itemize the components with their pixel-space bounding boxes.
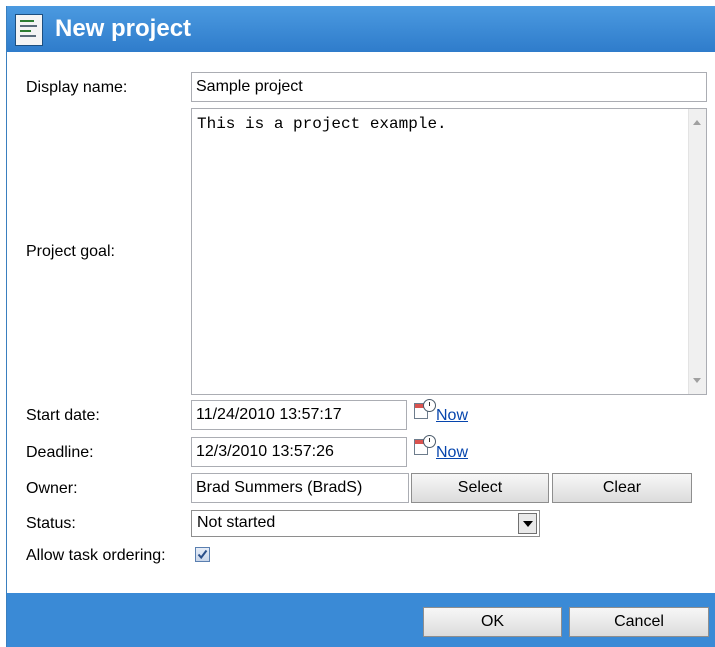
- project-icon: [15, 14, 43, 46]
- owner-clear-button[interactable]: Clear: [552, 473, 692, 503]
- project-goal-textarea[interactable]: This is a project example.: [191, 108, 707, 395]
- deadline-input[interactable]: 12/3/2010 13:57:26: [191, 437, 407, 467]
- project-goal-scrollbar[interactable]: [688, 109, 706, 394]
- start-date-label: Start date:: [26, 407, 100, 424]
- status-label: Status:: [26, 515, 76, 532]
- display-name-label: Display name:: [26, 79, 128, 96]
- start-date-now-link[interactable]: Now: [436, 407, 468, 425]
- owner-label: Owner:: [26, 480, 78, 497]
- dropdown-arrow-icon[interactable]: [518, 513, 537, 534]
- status-select[interactable]: Not started: [191, 510, 540, 537]
- new-project-dialog: New project Display name: Sample project…: [6, 6, 715, 647]
- deadline-now-link[interactable]: Now: [436, 444, 468, 462]
- allow-task-ordering-label: Allow task ordering:: [26, 547, 166, 564]
- title-bar: New project: [7, 6, 715, 52]
- allow-task-ordering-checkbox[interactable]: [195, 547, 210, 562]
- checkmark-icon: [197, 549, 208, 560]
- calendar-clock-icon[interactable]: [414, 435, 436, 455]
- calendar-clock-icon[interactable]: [414, 399, 436, 419]
- ok-button[interactable]: OK: [423, 607, 562, 637]
- display-name-input[interactable]: Sample project: [191, 72, 707, 102]
- scroll-up-icon[interactable]: [693, 120, 701, 125]
- project-goal-text: This is a project example.: [197, 115, 447, 133]
- scroll-down-icon[interactable]: [693, 378, 701, 383]
- project-goal-label: Project goal:: [26, 243, 115, 260]
- start-date-input[interactable]: 11/24/2010 13:57:17: [191, 400, 407, 430]
- owner-select-button[interactable]: Select: [411, 473, 549, 503]
- dialog-title: New project: [55, 15, 192, 42]
- deadline-label: Deadline:: [26, 444, 94, 461]
- owner-input[interactable]: Brad Summers (BradS): [191, 473, 409, 503]
- cancel-button[interactable]: Cancel: [569, 607, 709, 637]
- status-selected-value: Not started: [197, 514, 276, 531]
- dialog-footer: OK Cancel: [7, 593, 715, 647]
